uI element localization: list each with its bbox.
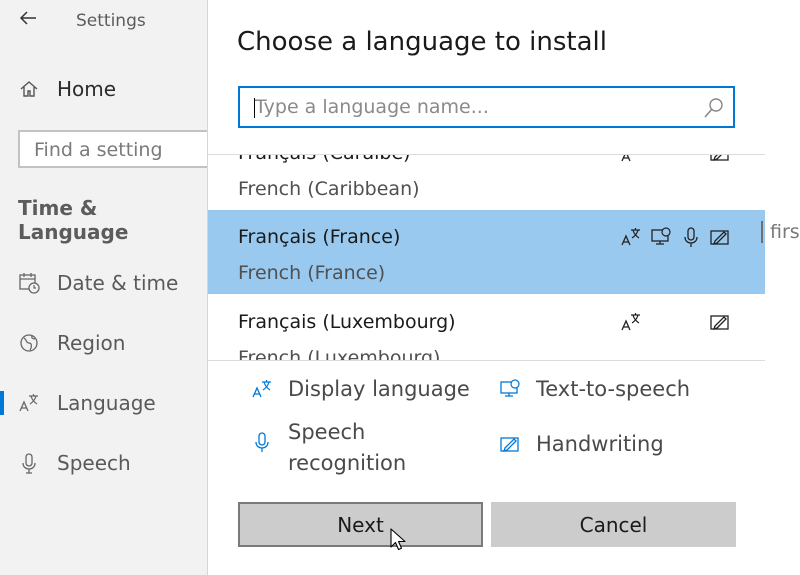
find-setting-placeholder: Find a setting [34, 139, 163, 161]
language-english-name: French (France) [238, 262, 386, 284]
speech-recognition-icon [255, 432, 269, 452]
background-window: first [761, 0, 800, 575]
language-list-item-selected[interactable]: Français (France) French (France) [208, 210, 765, 294]
microphone-icon [18, 452, 40, 474]
dialog-title: Choose a language to install [237, 27, 607, 57]
find-setting-input[interactable]: Find a setting [18, 130, 218, 168]
section-header: Time & Language [18, 196, 129, 244]
handwriting-icon [710, 155, 729, 162]
choose-language-dialog: Choose a language to install Français (C… [207, 0, 766, 575]
legend-label: Handwriting [536, 432, 664, 456]
language-english-name: French (Luxembourg) [238, 347, 441, 361]
legend-speech-recognition: Speech recognition [251, 417, 466, 479]
language-native-name: Français (France) [238, 226, 401, 248]
language-list-item[interactable]: Français (Caraïbe) French (Caribbean) [208, 155, 765, 210]
display-language-icon [621, 313, 640, 331]
legend-handwriting: Handwriting [499, 429, 664, 460]
legend-text-to-speech: Text-to-speech [499, 374, 690, 405]
calendar-clock-icon [18, 272, 40, 294]
settings-sidebar: Settings Home Find a setting Time & Lang… [0, 0, 218, 575]
cancel-button[interactable]: Cancel [491, 502, 736, 547]
language-native-name: Français (Caraïbe) [238, 155, 411, 164]
display-language-icon [252, 380, 271, 398]
display-language-icon [621, 228, 640, 246]
language-native-name: Français (Luxembourg) [238, 311, 456, 333]
legend-label: Text-to-speech [536, 377, 691, 401]
display-language-icon [621, 155, 631, 162]
sidebar-item-label: Region [57, 331, 126, 355]
text-cursor-bar [761, 221, 763, 243]
text-to-speech-icon [651, 227, 671, 245]
globe-icon [18, 332, 40, 354]
sidebar-item-speech[interactable]: Speech [0, 443, 207, 483]
sidebar-item-label: Speech [57, 451, 131, 475]
back-arrow-icon [19, 11, 36, 25]
sidebar-item-label: Home [57, 77, 117, 101]
language-icon [18, 392, 40, 414]
handwriting-icon [710, 230, 729, 246]
language-english-name: French (Caribbean) [238, 178, 420, 200]
sidebar-item-home[interactable]: Home [0, 69, 207, 109]
back-button[interactable] [14, 4, 42, 32]
background-text: first [770, 221, 800, 243]
speech-recognition-icon [684, 227, 698, 247]
handwriting-icon [500, 437, 519, 453]
sidebar-item-label: Date & time [57, 271, 179, 295]
language-list[interactable]: Français (Caraïbe) French (Caribbean) Fr… [208, 154, 765, 361]
legend-label: Speech recognition [288, 420, 407, 475]
window-title: Settings [76, 11, 146, 31]
legend-label: Display language [288, 377, 470, 401]
legend-display-language: Display language [251, 374, 470, 405]
search-icon[interactable] [703, 97, 725, 119]
language-list-item[interactable]: Français (Luxembourg) French (Luxembourg… [208, 295, 765, 361]
home-icon [18, 78, 40, 100]
mouse-cursor-icon [390, 528, 406, 551]
language-search-box[interactable] [238, 86, 735, 128]
next-button[interactable]: Next [238, 502, 483, 547]
language-search-input[interactable] [255, 94, 695, 120]
handwriting-icon [710, 315, 729, 331]
sidebar-item-date-time[interactable]: Date & time [0, 263, 207, 303]
sidebar-item-label: Language [57, 391, 156, 415]
sidebar-item-language[interactable]: Language [0, 383, 207, 423]
sidebar-item-region[interactable]: Region [0, 323, 207, 363]
text-to-speech-icon [500, 379, 520, 397]
